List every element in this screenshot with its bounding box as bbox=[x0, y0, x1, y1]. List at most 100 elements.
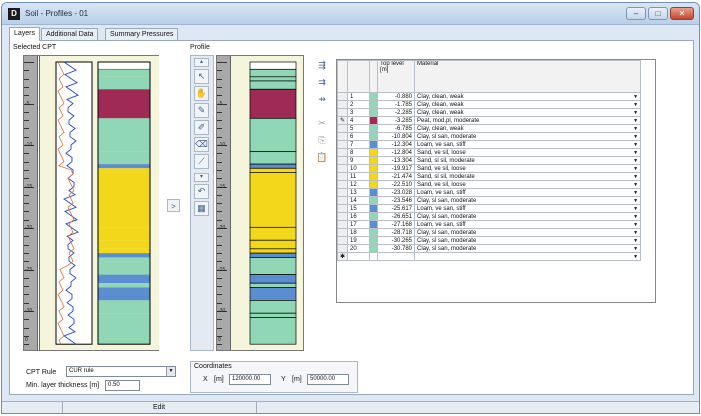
table-row[interactable]: 11 -21.474 Sand, sl sil, moderate ▼ bbox=[337, 172, 642, 181]
material-cell[interactable]: Clay, clean, weak ▼ bbox=[414, 92, 642, 101]
material-cell[interactable]: Clay, clean, weak ▼ bbox=[414, 100, 642, 109]
top-level-cell[interactable]: -28.718 bbox=[377, 228, 416, 237]
table-row[interactable]: 17 -27.168 Loam, ve san, stiff ▼ bbox=[337, 220, 642, 229]
material-cell[interactable]: Sand, ve sil, loose ▼ bbox=[414, 180, 642, 189]
top-level-cell[interactable]: -12.304 bbox=[377, 140, 416, 149]
top-level-cell[interactable]: -13.304 bbox=[377, 156, 416, 165]
material-cell[interactable]: Sand, sl sil, moderate ▼ bbox=[414, 156, 642, 165]
delete-row-icon[interactable]: ⇸ bbox=[316, 93, 328, 105]
top-level-cell[interactable]: -19.917 bbox=[377, 164, 416, 173]
cut-icon[interactable]: ✂ bbox=[316, 117, 328, 129]
new-table-row[interactable]: ✱ ▼ bbox=[337, 252, 642, 261]
table-row[interactable]: 19 -30.265 Clay, sl san, moderate ▼ bbox=[337, 236, 642, 245]
table-row[interactable]: 15 -25.617 Loam, ve san, stiff ▼ bbox=[337, 204, 642, 213]
top-level-cell[interactable]: -12.804 bbox=[377, 148, 416, 157]
table-row[interactable]: ✎ 4 -3.285 Peat, mod.pl, moderate ▼ bbox=[337, 116, 642, 125]
chevron-down-icon[interactable]: ▼ bbox=[633, 238, 638, 244]
cpt-rule-select[interactable]: CUR rule ▼ bbox=[66, 366, 176, 377]
top-level-cell[interactable]: -21.474 bbox=[377, 172, 416, 181]
material-cell[interactable]: Sand, ve sil, loose ▼ bbox=[414, 164, 642, 173]
table-row[interactable]: 8 -12.804 Sand, ve sil, loose ▼ bbox=[337, 148, 642, 157]
material-cell[interactable]: Clay, sl san, moderate ▼ bbox=[414, 228, 642, 237]
chevron-down-icon[interactable]: ▼ bbox=[633, 182, 638, 188]
top-level-cell[interactable]: -1.785 bbox=[377, 100, 416, 109]
chevron-down-icon[interactable]: ▼ bbox=[633, 222, 638, 228]
hand-icon[interactable]: ✋ bbox=[194, 86, 209, 101]
scroll-up-button[interactable]: ▴ bbox=[194, 58, 209, 67]
transfer-arrow-button[interactable]: > bbox=[167, 199, 180, 212]
chevron-down-icon[interactable]: ▼ bbox=[633, 190, 638, 196]
x-coordinate-input[interactable]: 120000.00 bbox=[229, 374, 271, 385]
top-level-cell[interactable]: -6.785 bbox=[377, 124, 416, 133]
material-cell[interactable]: Loam, ve san, stiff ▼ bbox=[414, 220, 642, 229]
material-cell[interactable]: Clay, sl san, moderate ▼ bbox=[414, 212, 642, 221]
table-row[interactable]: 1 -0.880 Clay, clean, weak ▼ bbox=[337, 92, 642, 101]
material-cell[interactable]: Clay, sl san, moderate ▼ bbox=[414, 196, 642, 205]
tab-layers[interactable]: Layers bbox=[9, 27, 41, 41]
top-level-cell[interactable] bbox=[377, 252, 416, 261]
material-cell[interactable]: Loam, ve san, stiff ▼ bbox=[414, 140, 642, 149]
chevron-down-icon[interactable]: ▼ bbox=[633, 134, 638, 140]
material-cell[interactable]: Clay, sl san, moderate ▼ bbox=[414, 236, 642, 245]
top-level-cell[interactable]: -0.880 bbox=[377, 92, 416, 101]
table-row[interactable]: 12 -22.510 Sand, ve sil, loose ▼ bbox=[337, 180, 642, 189]
chevron-down-icon[interactable]: ▼ bbox=[633, 150, 638, 156]
top-level-cell[interactable]: -2.285 bbox=[377, 108, 416, 117]
chevron-down-icon[interactable]: ▼ bbox=[633, 206, 638, 212]
chevron-down-icon[interactable]: ▼ bbox=[633, 110, 638, 116]
table-row[interactable]: 3 -2.285 Clay, clean, weak ▼ bbox=[337, 108, 642, 117]
top-level-cell[interactable]: -23.546 bbox=[377, 196, 416, 205]
material-cell[interactable]: Loam, ve san, stiff ▼ bbox=[414, 188, 642, 197]
table-row[interactable]: 5 -6.785 Clay, clean, weak ▼ bbox=[337, 124, 642, 133]
top-level-cell[interactable]: -26.651 bbox=[377, 212, 416, 221]
undo-icon[interactable]: ↶ bbox=[194, 184, 209, 199]
top-level-cell[interactable]: -30.780 bbox=[377, 244, 416, 253]
add-row-icon[interactable]: ⇉ bbox=[316, 76, 328, 88]
minimize-button[interactable]: – bbox=[626, 7, 646, 20]
chevron-down-icon[interactable]: ▼ bbox=[166, 367, 175, 376]
paste-icon[interactable]: 📋 bbox=[316, 151, 328, 163]
top-level-cell[interactable]: -10.804 bbox=[377, 132, 416, 141]
arrow-pointer-icon[interactable]: ↖ bbox=[194, 69, 209, 84]
table-row[interactable]: 6 -10.804 Clay, sl san, moderate ▼ bbox=[337, 132, 642, 141]
min-layer-input[interactable]: 0.50 bbox=[105, 380, 140, 391]
chevron-down-icon[interactable]: ▼ bbox=[633, 166, 638, 172]
chevron-down-icon[interactable]: ▼ bbox=[633, 214, 638, 220]
y-coordinate-input[interactable]: 50000.00 bbox=[307, 374, 349, 385]
top-level-cell[interactable]: -3.285 bbox=[377, 116, 416, 125]
pencil-alt-icon[interactable]: ✐ bbox=[194, 120, 209, 135]
maximize-button[interactable]: □ bbox=[648, 7, 668, 20]
pencil-icon[interactable]: ✎ bbox=[194, 103, 209, 118]
close-button[interactable]: ✕ bbox=[670, 7, 694, 20]
chevron-down-icon[interactable]: ▼ bbox=[633, 118, 638, 124]
chevron-down-icon[interactable]: ▼ bbox=[633, 246, 638, 252]
top-level-cell[interactable]: -30.265 bbox=[377, 236, 416, 245]
table-row[interactable]: 14 -23.546 Clay, sl san, moderate ▼ bbox=[337, 196, 642, 205]
table-row[interactable]: 20 -30.780 Clay, sl san, moderate ▼ bbox=[337, 244, 642, 253]
material-cell[interactable]: Sand, ve sil, loose ▼ bbox=[414, 148, 642, 157]
top-level-cell[interactable]: -27.168 bbox=[377, 220, 416, 229]
table-row[interactable]: 2 -1.785 Clay, clean, weak ▼ bbox=[337, 100, 642, 109]
table-row[interactable]: 7 -12.304 Loam, ve san, stiff ▼ bbox=[337, 140, 642, 149]
chevron-down-icon[interactable]: ▼ bbox=[633, 94, 638, 100]
dropper-icon[interactable]: ⟋ bbox=[194, 154, 209, 169]
chevron-down-icon[interactable]: ▼ bbox=[633, 126, 638, 132]
material-cell[interactable]: Clay, sl san, moderate ▼ bbox=[414, 244, 642, 253]
top-level-cell[interactable]: -23.028 bbox=[377, 188, 416, 197]
chevron-down-icon[interactable]: ▼ bbox=[633, 254, 638, 260]
top-level-cell[interactable]: -22.510 bbox=[377, 180, 416, 189]
chevron-down-icon[interactable]: ▼ bbox=[633, 158, 638, 164]
insert-row-icon[interactable]: ⇶ bbox=[316, 59, 328, 71]
material-cell[interactable]: Clay, clean, weak ▼ bbox=[414, 124, 642, 133]
copy-icon[interactable]: ⎘ bbox=[316, 134, 328, 146]
material-cell[interactable]: Clay, sl san, moderate ▼ bbox=[414, 132, 642, 141]
material-cell[interactable]: Peat, mod.pl, moderate ▼ bbox=[414, 116, 642, 125]
material-cell[interactable]: Sand, sl sil, moderate ▼ bbox=[414, 172, 642, 181]
table-row[interactable]: 16 -26.651 Clay, sl san, moderate ▼ bbox=[337, 212, 642, 221]
grid-icon[interactable]: ▦ bbox=[194, 201, 209, 216]
material-cell[interactable]: Loam, ve san, stiff ▼ bbox=[414, 204, 642, 213]
material-cell[interactable]: Clay, clean, weak ▼ bbox=[414, 108, 642, 117]
table-row[interactable]: 9 -13.304 Sand, sl sil, moderate ▼ bbox=[337, 156, 642, 165]
scroll-down-button[interactable]: ▾ bbox=[194, 173, 209, 182]
table-row[interactable]: 13 -23.028 Loam, ve san, stiff ▼ bbox=[337, 188, 642, 197]
